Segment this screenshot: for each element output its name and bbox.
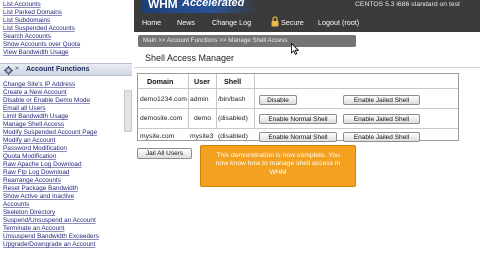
- sidebar-link-create-account[interactable]: Create a New Account: [3, 89, 67, 96]
- sidebar-scrollbar[interactable]: [124, 90, 132, 132]
- sidebar-link-rearrange-accounts[interactable]: Rearrange Accounts: [3, 177, 61, 184]
- breadcrumb: Main >> Account Functions >> Manage Shel…: [138, 35, 356, 47]
- column-header-domain: Domain: [147, 77, 174, 86]
- enable-jailed-shell-button[interactable]: Enable Jailed Shell: [343, 95, 420, 105]
- column-header-user: User: [194, 77, 210, 86]
- nav-news[interactable]: News: [177, 18, 195, 27]
- enable-jailed-shell-button[interactable]: Enable Jailed Shell: [343, 114, 420, 124]
- nav-logout[interactable]: Logout (root): [318, 18, 359, 27]
- sidebar-link-show-active-inactive-cont[interactable]: Accounts: [3, 201, 29, 208]
- sidebar-link-manage-shell-access[interactable]: Manage Shell Access: [3, 121, 64, 128]
- host-info: CENTOS 5.3 i686 standard on test: [355, 1, 460, 8]
- sidebar-link-terminate-account[interactable]: Terminate an Account: [3, 225, 64, 232]
- tutorial-callout: This demonstration is now complete. You …: [200, 145, 356, 187]
- sidebar-link-list-subdomains[interactable]: List Subdomains: [3, 17, 50, 24]
- cell-user: admin: [190, 96, 209, 103]
- sidebar-link-raw-ftp-log[interactable]: Raw Ftp Log Download: [3, 169, 69, 176]
- sidebar-link-unsuspend-bandwidth[interactable]: Unsuspend Bandwidth Exceeders: [3, 233, 99, 240]
- sidebar-link-view-bandwidth-usage[interactable]: View Bandwidth Usage: [3, 49, 69, 56]
- enable-jailed-shell-button[interactable]: Enable Jailed Shell: [343, 132, 420, 142]
- sidebar-link-limit-bandwidth[interactable]: Limit Bandwidth Usage: [3, 113, 68, 120]
- logo-subtext: Accelerated: [182, 0, 245, 9]
- shell-access-table: Domain User Shell demo1234.com admin /bi…: [137, 73, 459, 142]
- sidebar-link-raw-apache-log[interactable]: Raw Apache Log Download: [3, 161, 82, 168]
- cell-domain: demo1234.com: [140, 96, 187, 103]
- logo-text: WHM: [148, 0, 178, 11]
- cell-shell: (disabled): [218, 115, 248, 122]
- sidebar-link-show-active-inactive[interactable]: Show Active and Inactive: [3, 193, 74, 200]
- sidebar-link-email-users[interactable]: Email all Users: [3, 105, 46, 112]
- sidebar-link-modify-suspended-page[interactable]: Modify Suspended Account Page: [3, 129, 97, 136]
- page-title: Shell Access Manager: [145, 53, 235, 63]
- cell-shell: /bin/bash: [218, 96, 246, 103]
- column-header-shell: Shell: [224, 77, 242, 86]
- cell-domain: demosite.com: [140, 115, 183, 122]
- sidebar-link-upgrade-downgrade[interactable]: Upgrade/Downgrade an Account: [3, 241, 95, 248]
- sidebar-link-reset-package-bandwidth[interactable]: Reset Package Bandwidth: [3, 185, 78, 192]
- enable-normal-shell-button[interactable]: Enable Normal Shell: [259, 132, 337, 142]
- disable-shell-button[interactable]: Disable: [259, 95, 297, 105]
- gear-icon: [4, 66, 13, 75]
- mouse-cursor-icon: [291, 42, 300, 55]
- sidebar-link-change-ip[interactable]: Change Site's IP Address: [3, 81, 75, 88]
- title-divider: [134, 67, 480, 68]
- nav-home[interactable]: Home: [142, 18, 161, 27]
- logo[interactable]: WHM Accelerated: [142, 0, 258, 13]
- sidebar-link-demo-mode[interactable]: Disable or Enable Demo Mode: [3, 97, 90, 104]
- sidebar-link-list-parked-domains[interactable]: List Parked Domains: [3, 9, 62, 16]
- sidebar-link-list-suspended-accounts[interactable]: List Suspended Accounts: [3, 25, 75, 32]
- sidebar-link-show-accounts-over-quota[interactable]: Show Accounts over Quota: [3, 41, 80, 48]
- sidebar-link-search-accounts[interactable]: Search Accounts: [3, 33, 51, 40]
- sidebar: List Accounts List Parked Domains List S…: [0, 0, 132, 270]
- sidebar-link-skeleton-directory[interactable]: Skeleton Directory: [3, 209, 55, 216]
- top-banner: WHM Accelerated CENTOS 5.3 i686 standard…: [134, 0, 480, 32]
- cell-user: demo: [194, 115, 212, 122]
- sidebar-link-list-accounts[interactable]: List Accounts: [3, 1, 41, 8]
- sidebar-section-account-functions[interactable]: » Account Functions: [0, 63, 132, 76]
- nav-change-log[interactable]: Change Log: [212, 18, 251, 27]
- cell-shell: (disabled): [218, 133, 248, 140]
- column-divider: [254, 74, 255, 128]
- jail-all-users-button[interactable]: Jail All Users: [137, 148, 192, 159]
- column-divider: [216, 74, 217, 128]
- enable-normal-shell-button[interactable]: Enable Normal Shell: [259, 114, 337, 124]
- row-divider: [138, 108, 458, 109]
- lock-icon: [271, 16, 279, 27]
- row-divider: [138, 128, 458, 129]
- sidebar-link-quota-modification[interactable]: Quota Modification: [3, 153, 56, 160]
- row-divider: [138, 88, 458, 89]
- sidebar-section-title: Account Functions: [26, 66, 90, 73]
- sidebar-link-password-modification[interactable]: Password Modification: [3, 145, 67, 152]
- cell-user: mysite3: [190, 133, 214, 140]
- cell-domain: mysite.com: [140, 133, 175, 140]
- sidebar-link-suspend-unsuspend[interactable]: Suspend/Unsuspend an Account: [3, 217, 96, 224]
- breadcrumb-text[interactable]: Main >> Account Functions >> Manage Shel…: [143, 37, 287, 44]
- sidebar-link-modify-account[interactable]: Modify an Account: [3, 137, 55, 144]
- nav-secure[interactable]: Secure: [281, 18, 304, 27]
- collapse-arrows-icon[interactable]: »: [15, 65, 19, 72]
- column-divider: [188, 74, 189, 128]
